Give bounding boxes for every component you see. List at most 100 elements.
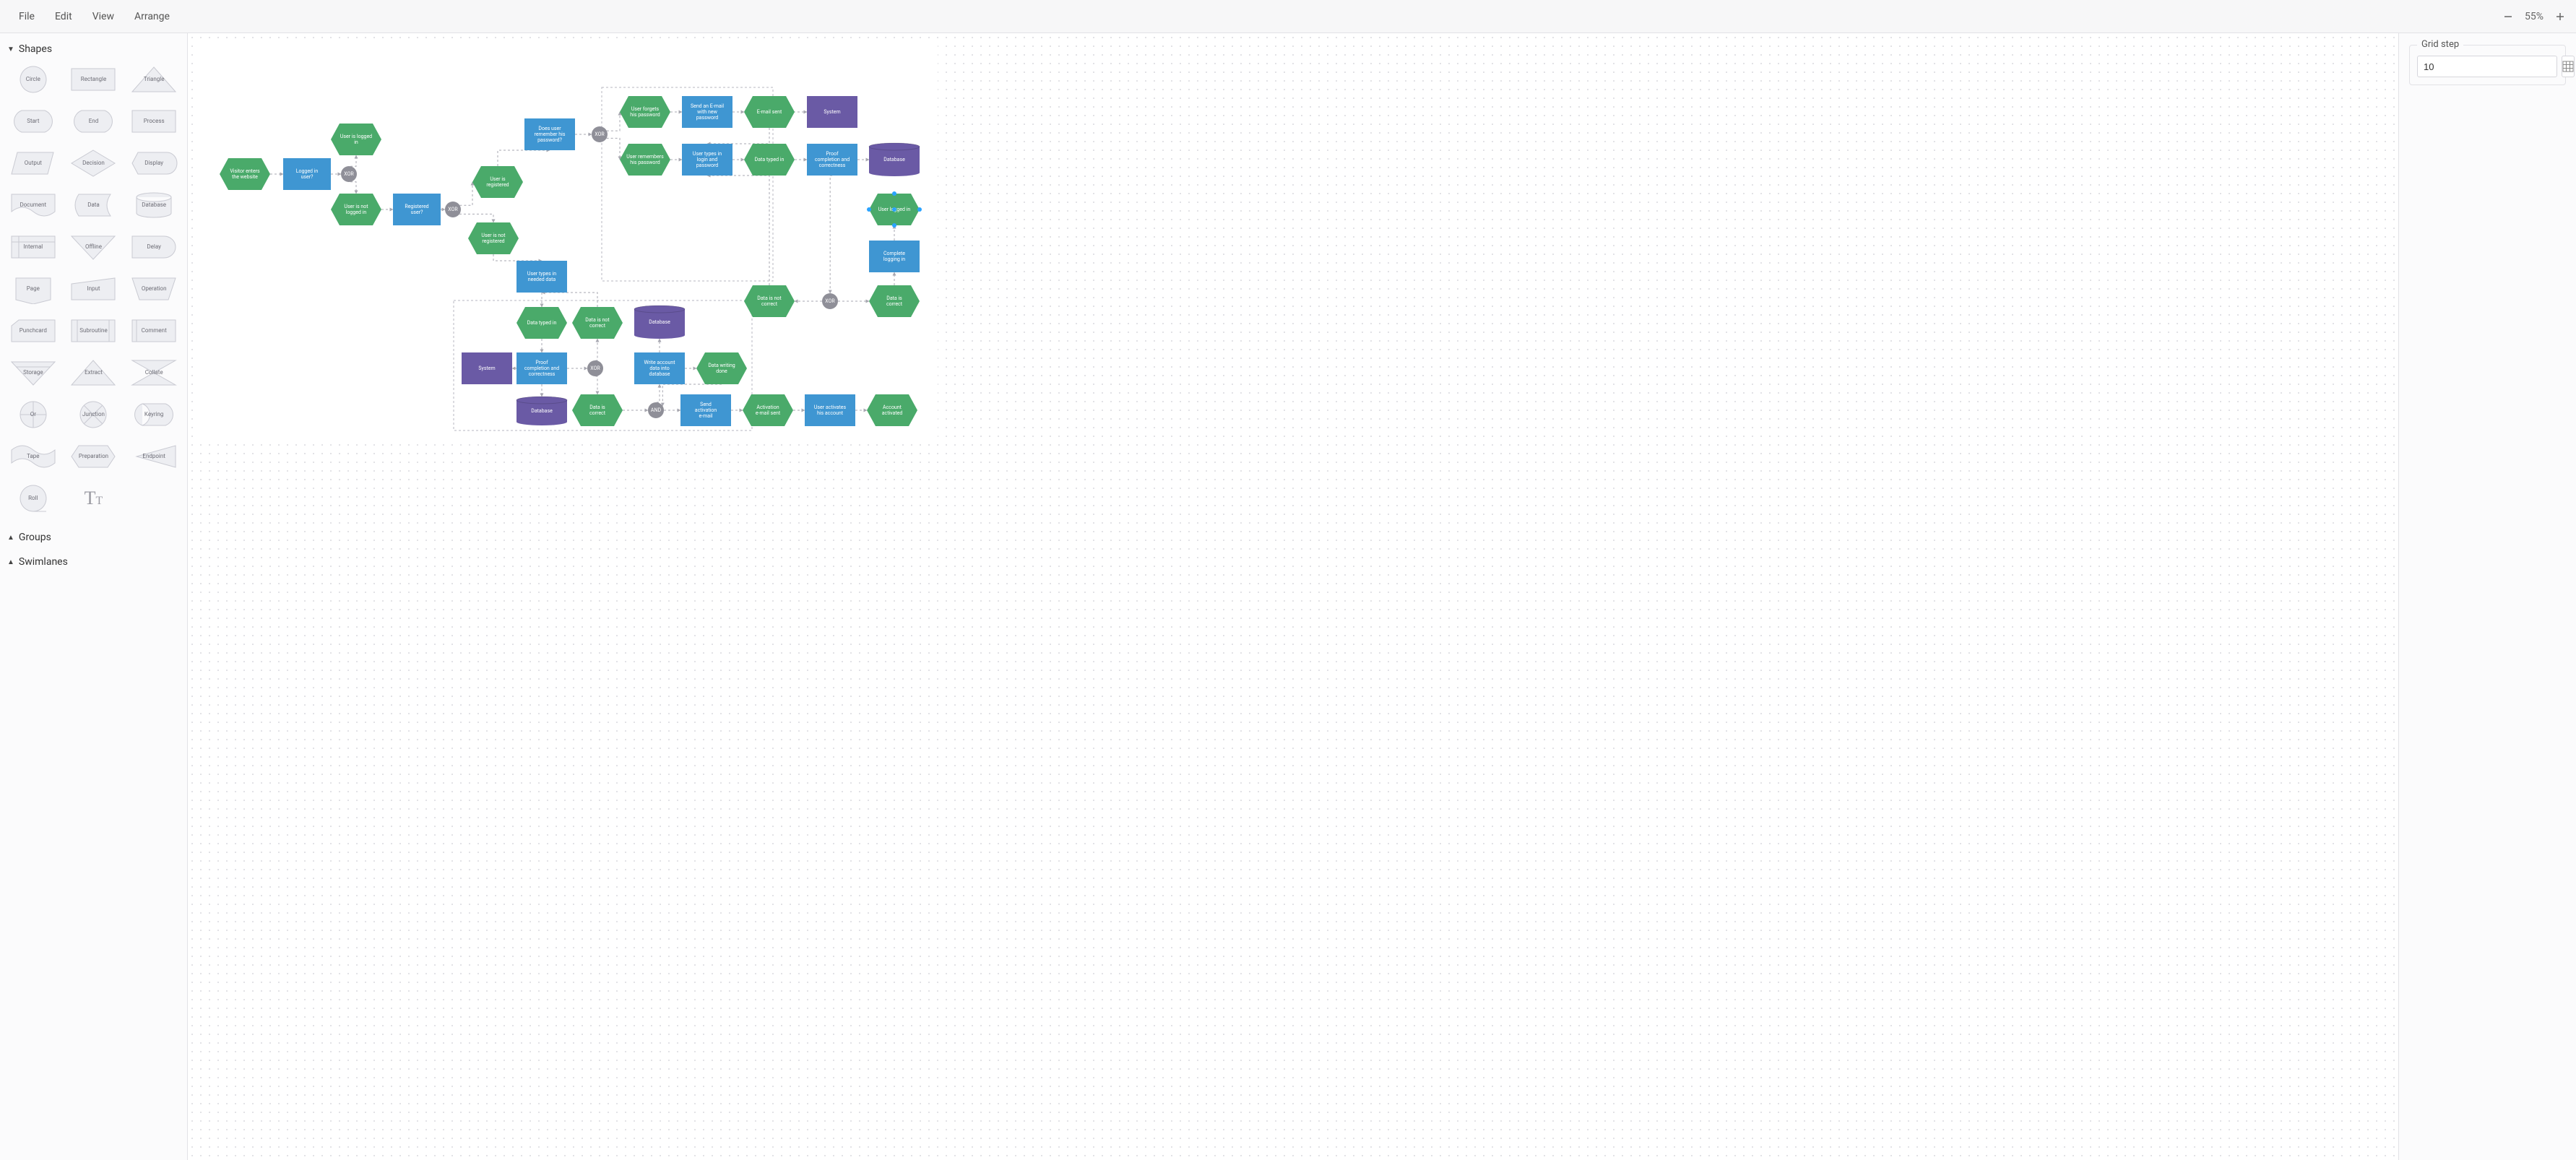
- diagram[interactable]: Visitor entersthe website Logged inuser? X…: [194, 39, 938, 443]
- edge[interactable]: [657, 384, 660, 402]
- node-xor2[interactable]: XOR: [445, 202, 461, 217]
- palette-shape-or[interactable]: Or: [6, 397, 61, 432]
- menu-view[interactable]: View: [82, 7, 124, 27]
- node-logged_in_user_q[interactable]: Logged inuser?: [283, 158, 331, 190]
- zoom-out-icon[interactable]: [2501, 9, 2515, 24]
- palette-shape-display[interactable]: Display: [126, 146, 181, 181]
- palette-shape-offline[interactable]: Offline: [66, 230, 121, 264]
- node-user_remembers_pw[interactable]: User remembershis password: [620, 144, 670, 176]
- palette-shape-collate[interactable]: Collate: [126, 355, 181, 390]
- edge[interactable]: [350, 182, 356, 194]
- node-user_not_logged_in[interactable]: User is notlogged in: [331, 194, 381, 225]
- node-database_3[interactable]: Database: [517, 397, 567, 425]
- palette-shape-storage[interactable]: Storage: [6, 355, 61, 390]
- node-registered_user_q[interactable]: Registereduser?: [393, 194, 441, 225]
- node-send_activation[interactable]: Sendactivatione-mail: [680, 394, 731, 426]
- node-data_correct_2[interactable]: Data iscorrect: [572, 394, 623, 426]
- edge[interactable]: [350, 155, 356, 166]
- node-user_forgets_pw[interactable]: User forgetshis password: [620, 96, 670, 128]
- edge[interactable]: [459, 182, 472, 205]
- edge[interactable]: [596, 376, 597, 394]
- node-data_not_correct_1[interactable]: Data is notcorrect: [744, 285, 795, 317]
- palette-shape-delay[interactable]: Delay: [126, 230, 181, 264]
- edge[interactable]: [493, 254, 542, 261]
- node-data_writing_done[interactable]: Data writingdone: [696, 352, 747, 384]
- edge[interactable]: [830, 176, 832, 293]
- edge[interactable]: [707, 128, 769, 144]
- node-database_1[interactable]: Database: [869, 143, 920, 176]
- palette-shape-text[interactable]: TT: [66, 481, 121, 516]
- node-data_typed_in_1[interactable]: Data typed in: [744, 144, 795, 176]
- palette-shape-junction[interactable]: Junction: [66, 397, 121, 432]
- canvas[interactable]: Visitor entersthe website Logged inuser? X…: [188, 33, 2398, 1160]
- palette-section-groups[interactable]: ▲ Groups: [4, 527, 183, 547]
- node-visitor_enters[interactable]: Visitor entersthe website: [220, 158, 270, 190]
- edge[interactable]: [596, 339, 597, 360]
- palette-shape-subroutine[interactable]: Subroutine: [66, 313, 121, 348]
- zoom-in-icon[interactable]: [2553, 9, 2567, 24]
- node-remember_pw_q[interactable]: Does userremember hispassword?: [524, 118, 575, 150]
- palette-section-shapes[interactable]: ▼ Shapes: [4, 39, 183, 59]
- edge[interactable]: [707, 176, 769, 285]
- selection-handle[interactable]: [917, 207, 922, 212]
- edge[interactable]: [607, 112, 620, 131]
- palette-shape-internal[interactable]: Internal: [6, 230, 61, 264]
- node-write_account_db[interactable]: Write accountdata intodatabase: [634, 352, 685, 384]
- selection-handle[interactable]: [892, 223, 896, 228]
- menu-arrange[interactable]: Arrange: [124, 7, 180, 27]
- palette-shape-preparation[interactable]: Preparation: [66, 439, 121, 474]
- palette-shape-page[interactable]: Page: [6, 272, 61, 306]
- palette-shape-start[interactable]: Start: [6, 104, 61, 139]
- edge[interactable]: [459, 214, 493, 222]
- palette-shape-end[interactable]: End: [66, 104, 121, 139]
- palette-shape-punchcard[interactable]: Punchcard: [6, 313, 61, 348]
- palette-section-swimlanes[interactable]: ▲ Swimlanes: [4, 552, 183, 572]
- node-proof_completion_2[interactable]: Proofcompletion andcorrectness: [517, 352, 567, 384]
- node-system2[interactable]: System: [462, 352, 512, 384]
- palette-shape-operation[interactable]: Operation: [126, 272, 181, 306]
- selection-handle[interactable]: [892, 191, 896, 196]
- node-database_2[interactable]: Database: [634, 306, 685, 339]
- menu-file[interactable]: File: [9, 7, 45, 27]
- node-xor4[interactable]: XOR: [822, 293, 838, 309]
- node-types_login_pw[interactable]: User types inlogin andpassword: [682, 144, 732, 176]
- palette-shape-data[interactable]: Data: [66, 188, 121, 222]
- palette-shape-circle[interactable]: Circle: [6, 62, 61, 97]
- palette-shape-roll[interactable]: Roll: [6, 481, 61, 516]
- node-xor3[interactable]: XOR: [592, 126, 608, 142]
- node-types_needed_data[interactable]: User types inneeded data: [517, 261, 567, 293]
- node-account_activated[interactable]: Accountactivated: [867, 394, 917, 426]
- node-activation_sent[interactable]: Activatione-mail sent: [743, 394, 793, 426]
- palette-shape-comment[interactable]: Comment: [126, 313, 181, 348]
- palette-shape-extract[interactable]: Extract: [66, 355, 121, 390]
- menu-edit[interactable]: Edit: [45, 7, 82, 27]
- grid-icon[interactable]: [2562, 56, 2575, 77]
- node-xor5[interactable]: XOR: [587, 360, 603, 376]
- edge[interactable]: [498, 150, 550, 166]
- palette-shape-process[interactable]: Process: [126, 104, 181, 139]
- palette-shape-rectangle[interactable]: Rectangle: [66, 62, 121, 97]
- node-email_sent[interactable]: E-mail sent: [744, 96, 795, 128]
- node-user_logged_in[interactable]: User is loggedin: [331, 124, 381, 155]
- palette-shape-triangle[interactable]: Triangle: [126, 62, 181, 97]
- palette-shape-decision[interactable]: Decision: [66, 146, 121, 181]
- edge[interactable]: [542, 293, 597, 307]
- palette-shape-output[interactable]: Output: [6, 146, 61, 181]
- selection-handle[interactable]: [892, 207, 896, 212]
- node-send_email_newpw[interactable]: Send an E-mailwith newpassword: [682, 96, 732, 128]
- node-and1[interactable]: AND: [648, 402, 664, 418]
- node-system1[interactable]: System: [807, 96, 857, 128]
- node-proof_completion_1[interactable]: Proofcompletion andcorrectness: [807, 144, 857, 176]
- palette-shape-document[interactable]: Document: [6, 188, 61, 222]
- palette-shape-tape[interactable]: Tape: [6, 439, 61, 474]
- node-user_activates[interactable]: User activateshis account: [805, 394, 855, 426]
- node-data_correct_1[interactable]: Data iscorrect: [869, 285, 920, 317]
- palette-shape-endpoint[interactable]: Endpoint: [126, 439, 181, 474]
- palette-shape-keyring[interactable]: Keyring: [126, 397, 181, 432]
- node-user_registered[interactable]: User isregistered: [472, 166, 523, 198]
- node-xor1[interactable]: XOR: [341, 166, 357, 182]
- node-user_not_registered[interactable]: User is notregistered: [468, 222, 519, 254]
- grid-step-input[interactable]: [2417, 56, 2557, 77]
- palette-shape-input[interactable]: Input: [66, 272, 121, 306]
- selection-handle[interactable]: [867, 207, 871, 212]
